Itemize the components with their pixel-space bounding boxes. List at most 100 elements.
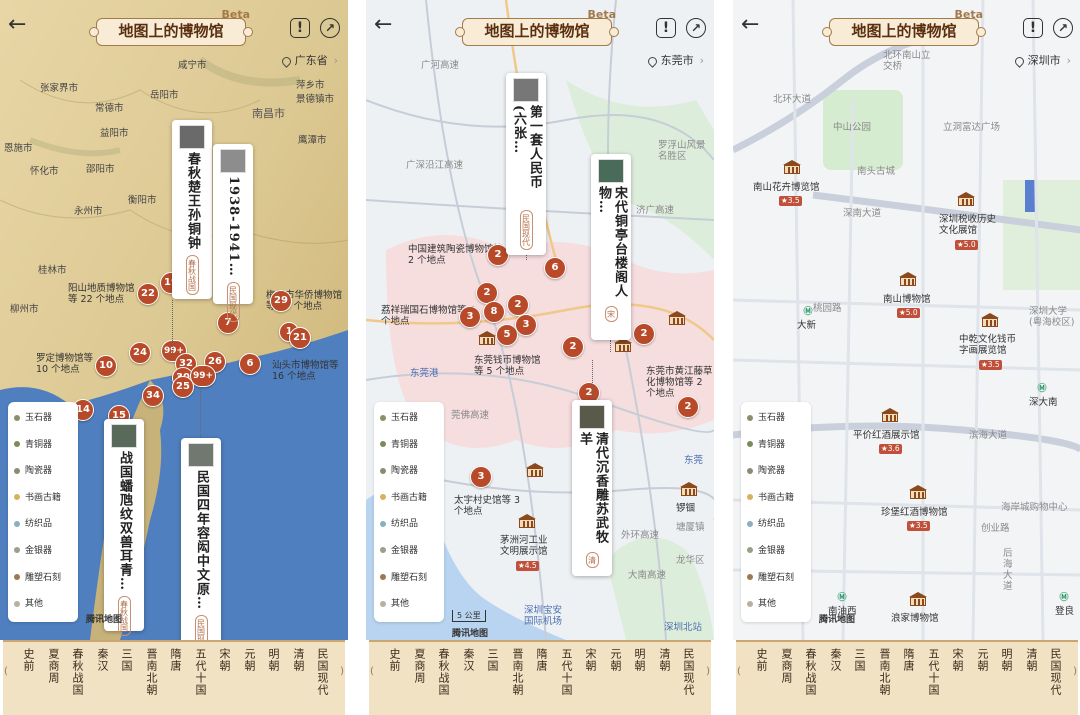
dynasty-item[interactable]: 民国现代 <box>313 648 331 696</box>
legend-item[interactable]: 书画古籍 <box>380 490 444 517</box>
back-arrow-icon[interactable]: ← <box>741 14 763 36</box>
location-selector[interactable]: 东莞市 › <box>645 52 704 68</box>
museum-icon[interactable] <box>899 272 917 288</box>
dynasty-item[interactable]: 清朝 <box>289 648 307 672</box>
dynasty-item[interactable]: 明朝 <box>264 648 282 672</box>
dynasty-item[interactable]: 清朝 <box>1022 648 1040 672</box>
timeline-right-arrow[interactable]: ) <box>340 666 344 677</box>
legend-item[interactable]: 陶瓷器 <box>380 463 444 490</box>
cluster-marker[interactable]: 3 <box>515 314 537 336</box>
artifact-card[interactable]: 春秋楚王孙铜钟 春秋战国 <box>172 120 212 299</box>
dynasty-item[interactable]: 宋朝 <box>581 648 599 672</box>
museum-icon[interactable] <box>909 485 927 501</box>
dynasty-item[interactable]: 五代十国 <box>191 648 209 696</box>
dynasty-item[interactable]: 元朝 <box>973 648 991 672</box>
dynasty-item[interactable]: 秦汉 <box>459 648 477 672</box>
dynasty-item[interactable]: 隋唐 <box>166 648 184 672</box>
artifact-card[interactable]: 民国四年容闳中文原… 民国现代 <box>181 438 221 640</box>
legend-item[interactable]: 纺织品 <box>380 516 444 543</box>
legend-item[interactable]: 书画古籍 <box>14 490 78 517</box>
dynasty-item[interactable]: 明朝 <box>630 648 648 672</box>
share-icon[interactable]: ↗ <box>686 18 706 38</box>
legend-item[interactable]: 书画古籍 <box>747 490 811 517</box>
timeline-left-arrow[interactable]: ( <box>737 666 741 677</box>
legend-item[interactable]: 陶瓷器 <box>747 463 811 490</box>
legend-item[interactable]: 其他 <box>14 596 78 623</box>
museum-icon[interactable] <box>614 338 632 354</box>
dynasty-item[interactable]: 夏商周 <box>44 648 62 684</box>
museum-icon[interactable] <box>526 463 544 479</box>
dynasty-item[interactable]: 春秋战国 <box>801 648 819 696</box>
dynasty-item[interactable]: 元朝 <box>240 648 258 672</box>
legend-item[interactable]: 金银器 <box>14 543 78 570</box>
dynasty-item[interactable]: 民国现代 <box>1046 648 1064 696</box>
dynasty-item[interactable]: 晋南北朝 <box>508 648 526 696</box>
legend-item[interactable]: 纺织品 <box>747 516 811 543</box>
museum-icon[interactable] <box>981 313 999 329</box>
timeline-left-arrow[interactable]: ( <box>4 666 8 677</box>
dynasty-item[interactable]: 晋南北朝 <box>142 648 160 696</box>
artifact-card[interactable]: 战国蟠虺纹双兽耳青… 春秋战国 <box>104 419 144 636</box>
museum-icon[interactable] <box>783 160 801 176</box>
dynasty-item[interactable]: 民国现代 <box>679 648 697 696</box>
dynasty-item[interactable]: 隋唐 <box>532 648 550 672</box>
legend-item[interactable]: 玉石器 <box>14 410 78 437</box>
feedback-icon[interactable]: ! <box>290 18 310 38</box>
dynasty-item[interactable]: 秦汉 <box>826 648 844 672</box>
museum-icon[interactable] <box>518 514 536 530</box>
dynasty-item[interactable]: 秦汉 <box>93 648 111 672</box>
dynasty-item[interactable]: 宋朝 <box>215 648 233 672</box>
dynasty-item[interactable]: 春秋战国 <box>68 648 86 696</box>
dynasty-item[interactable]: 明朝 <box>997 648 1015 672</box>
dynasty-item[interactable]: 史前 <box>385 648 403 672</box>
dynasty-item[interactable]: 元朝 <box>606 648 624 672</box>
cluster-marker[interactable]: 29 <box>270 290 292 312</box>
legend-item[interactable]: 雕塑石刻 <box>14 570 78 597</box>
dynasty-item[interactable]: 夏商周 <box>410 648 428 684</box>
dynasty-item[interactable]: 夏商周 <box>777 648 795 684</box>
artifact-card[interactable]: 1938-1941… 民国现代 <box>213 144 253 322</box>
dynasty-item[interactable]: 五代十国 <box>924 648 942 696</box>
dynasty-item[interactable]: 三国 <box>483 648 501 672</box>
dynasty-item[interactable]: 三国 <box>117 648 135 672</box>
dynasty-item[interactable]: 春秋战国 <box>434 648 452 696</box>
museum-icon[interactable] <box>668 311 686 327</box>
cluster-marker[interactable]: 6 <box>544 257 566 279</box>
legend-item[interactable]: 玉石器 <box>747 410 811 437</box>
museum-icon[interactable] <box>680 482 698 498</box>
timeline-right-arrow[interactable]: ) <box>706 666 710 677</box>
cluster-marker[interactable]: 2 <box>633 323 655 345</box>
feedback-icon[interactable]: ! <box>656 18 676 38</box>
back-arrow-icon[interactable]: ← <box>8 14 30 36</box>
cluster-marker[interactable]: 8 <box>483 301 505 323</box>
cluster-marker[interactable]: 2 <box>562 336 584 358</box>
museum-icon[interactable] <box>881 408 899 424</box>
legend-item[interactable]: 雕塑石刻 <box>380 570 444 597</box>
legend-item[interactable]: 金银器 <box>380 543 444 570</box>
legend-item[interactable]: 青铜器 <box>380 437 444 464</box>
dynasty-item[interactable]: 晋南北朝 <box>875 648 893 696</box>
cluster-marker[interactable]: 3 <box>470 466 492 488</box>
legend-item[interactable]: 陶瓷器 <box>14 463 78 490</box>
legend-item[interactable]: 其他 <box>380 596 444 623</box>
cluster-marker[interactable]: 24 <box>129 342 151 364</box>
cluster-marker[interactable]: 2 <box>677 396 699 418</box>
museum-icon[interactable] <box>478 331 496 347</box>
legend-item[interactable]: 玉石器 <box>380 410 444 437</box>
feedback-icon[interactable]: ! <box>1023 18 1043 38</box>
legend-item[interactable]: 金银器 <box>747 543 811 570</box>
artifact-card[interactable]: 清代沉香雕苏武牧羊 清 <box>572 400 612 576</box>
legend-item[interactable]: 青铜器 <box>14 437 78 464</box>
cluster-marker[interactable]: 3 <box>459 306 481 328</box>
dynasty-item[interactable]: 隋唐 <box>899 648 917 672</box>
museum-icon[interactable] <box>957 192 975 208</box>
back-arrow-icon[interactable]: ← <box>374 14 396 36</box>
legend-item[interactable]: 纺织品 <box>14 516 78 543</box>
timeline-left-arrow[interactable]: ( <box>370 666 374 677</box>
cluster-marker[interactable]: 25 <box>172 376 194 398</box>
dynasty-item[interactable]: 宋朝 <box>948 648 966 672</box>
location-selector[interactable]: 深圳市 › <box>1012 52 1071 68</box>
location-selector[interactable]: 广东省 › <box>279 52 338 68</box>
artifact-card[interactable]: 第一套人民币(六张… 民国现代 <box>506 73 546 255</box>
legend-item[interactable]: 其他 <box>747 596 811 623</box>
